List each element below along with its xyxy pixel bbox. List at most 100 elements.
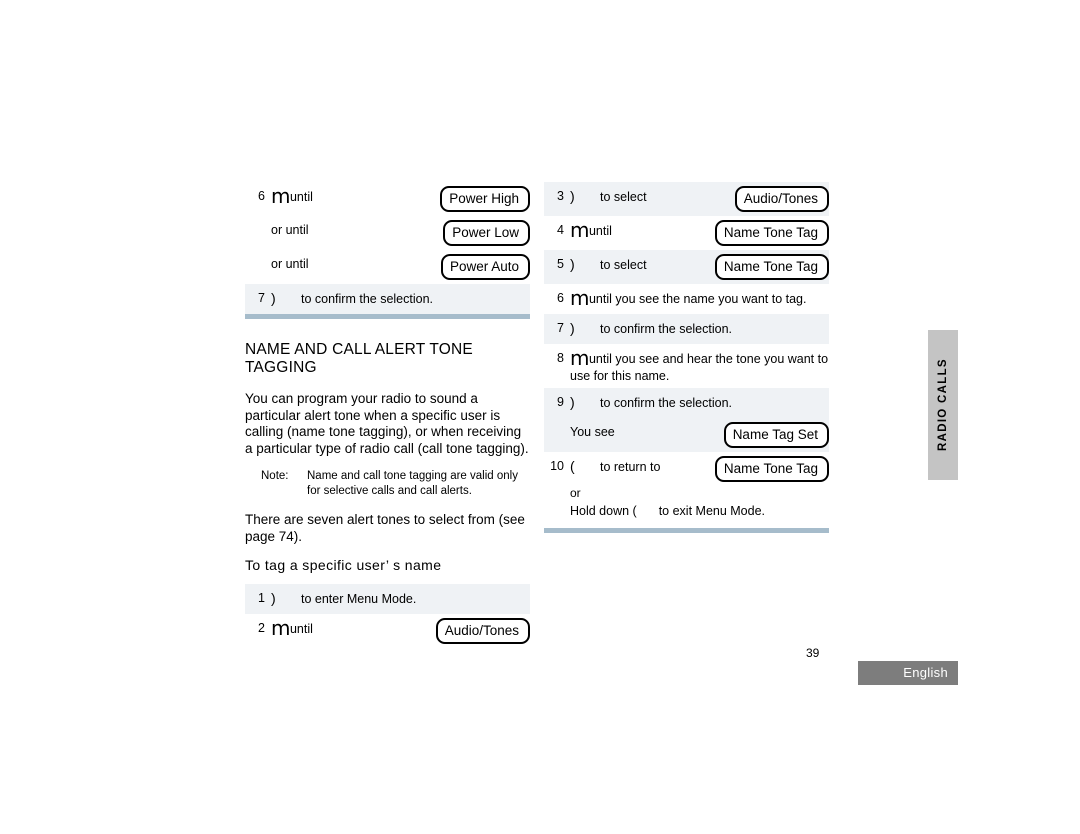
right-column: 3 ) to select Audio/Tones 4 muntil Name T…	[544, 182, 829, 533]
step-row: 7 ) to confirm the selection.	[245, 284, 530, 314]
step-label: until	[289, 622, 313, 636]
section-divider	[245, 314, 530, 319]
hold-down-text: Hold down ( to exit Menu Mode.	[570, 503, 829, 520]
select-key-icon: )	[271, 590, 276, 606]
or-row: or	[544, 486, 829, 503]
step-label: until	[289, 190, 313, 204]
step-row: 6 muntil Power High	[245, 182, 530, 216]
you-see-label: You see	[570, 425, 615, 439]
step-text: ) to enter Menu Mode.	[271, 588, 530, 607]
menu-key-icon: m	[570, 286, 589, 310]
step-number: 4	[557, 223, 564, 237]
step-number: 9	[557, 395, 564, 409]
chapter-side-tab: RADIO CALLS	[928, 330, 958, 480]
step-text: muntil you see the name you want to tag.	[570, 288, 829, 308]
lcd-display-wrap: Name Tone Tag	[714, 254, 829, 280]
step-text: ) to select	[570, 186, 735, 205]
select-key-icon: )	[271, 290, 276, 306]
step-row: 4 muntil Name Tone Tag	[544, 216, 829, 250]
lcd-display: Power Low	[443, 220, 530, 246]
step-label: to confirm the selection.	[600, 322, 733, 336]
manual-page: 6 muntil Power High or until Power Low o…	[0, 0, 1080, 834]
step-label: until you see and hear the tone you want…	[570, 352, 829, 383]
menu-key-icon: m	[271, 184, 290, 208]
step-text: ) to confirm the selection.	[570, 392, 829, 411]
lcd-display-wrap: Power Auto	[440, 254, 530, 280]
step-text: ) to select	[570, 254, 715, 273]
hold-down-suffix: to exit Menu Mode.	[658, 504, 766, 518]
left-steps-bottom: 1 ) to enter Menu Mode. 2 muntil Audio/To…	[245, 584, 530, 648]
you-see-row: You see Name Tag Set	[544, 418, 829, 452]
body-paragraph-2: There are seven alert tones to select fr…	[245, 512, 525, 544]
section-divider	[544, 528, 829, 533]
lcd-display: Audio/Tones	[734, 186, 829, 212]
step-label: or until	[271, 257, 309, 271]
right-steps: 3 ) to select Audio/Tones 4 muntil Name T…	[544, 182, 829, 533]
select-key-icon: )	[570, 394, 575, 410]
step-row-alt: or until Power Auto	[245, 250, 530, 284]
hold-down-row: Hold down ( to exit Menu Mode.	[544, 503, 829, 528]
language-tab-label: English	[903, 665, 948, 680]
subheading: To tag a specific user’ s name	[245, 557, 442, 573]
step-number: 7	[557, 321, 564, 335]
step-row: 7 ) to confirm the selection.	[544, 314, 829, 344]
step-number: 1	[258, 591, 265, 605]
step-text: muntil	[271, 618, 436, 638]
step-number: 8	[557, 351, 564, 365]
note-text: Name and call tone tagging are valid onl…	[307, 470, 518, 497]
step-number: 5	[557, 257, 564, 271]
step-number: 7	[258, 291, 265, 305]
step-label: to return to	[600, 460, 661, 474]
step-label: to select	[600, 258, 647, 272]
select-key-icon: )	[570, 256, 575, 272]
lcd-display-wrap: Audio/Tones	[435, 618, 530, 644]
select-key-icon: )	[570, 188, 575, 204]
lcd-display-wrap: Name Tag Set	[723, 422, 829, 448]
step-label: to enter Menu Mode.	[301, 592, 417, 606]
step-row: 10 ( to return to Name Tone Tag	[544, 452, 829, 486]
step-number: 10	[550, 459, 564, 473]
step-text: ) to confirm the selection.	[271, 288, 530, 307]
lcd-display-wrap: Power High	[440, 186, 530, 212]
step-label: to select	[600, 190, 647, 204]
lcd-display: Name Tag Set	[723, 422, 829, 448]
step-row: 9 ) to confirm the selection.	[544, 388, 829, 418]
step-row-alt: or until Power Low	[245, 216, 530, 250]
lcd-display-wrap: Audio/Tones	[734, 186, 829, 212]
menu-key-icon: m	[570, 218, 589, 242]
step-row: 3 ) to select Audio/Tones	[544, 182, 829, 216]
step-text: muntil	[271, 186, 440, 206]
step-row: 6 muntil you see the name you want to ta…	[544, 284, 829, 314]
step-row: 5 ) to select Name Tone Tag	[544, 250, 829, 284]
note-block: Note: Name and call tone tagging are val…	[261, 469, 530, 498]
language-tab: English	[858, 661, 958, 685]
page-title: NAME AND CALL ALERT TONE TAGGING	[245, 341, 473, 376]
step-row: 1 ) to enter Menu Mode.	[245, 584, 530, 614]
lcd-display: Name Tone Tag	[714, 456, 829, 482]
note-label: Note:	[261, 470, 289, 482]
select-key-icon: )	[570, 320, 575, 336]
step-text: ) to confirm the selection.	[570, 318, 829, 337]
step-label: until you see the name you want to tag.	[588, 292, 807, 306]
lcd-display: Power High	[440, 186, 530, 212]
step-text: or until	[271, 254, 441, 272]
step-text: muntil you see and hear the tone you wan…	[570, 348, 829, 384]
menu-key-icon: m	[570, 346, 589, 370]
step-label: until	[588, 224, 612, 238]
lcd-display-wrap: Name Tone Tag	[714, 220, 829, 246]
hold-down-prefix: Hold down (	[570, 504, 637, 518]
or-label: or	[570, 486, 581, 500]
left-steps-top: 6 muntil Power High or until Power Low o…	[245, 182, 530, 319]
step-number: 6	[258, 189, 265, 203]
body-paragraph: You can program your radio to sound a pa…	[245, 391, 529, 456]
left-column: 6 muntil Power High or until Power Low o…	[245, 182, 530, 648]
step-number: 2	[258, 621, 265, 635]
lcd-display-wrap: Power Low	[443, 220, 530, 246]
step-label: or until	[271, 223, 309, 237]
step-text: or until	[271, 220, 443, 238]
step-text: muntil	[570, 220, 715, 240]
page-number: 39	[806, 646, 820, 660]
back-key-icon: (	[570, 458, 575, 474]
lcd-display: Audio/Tones	[435, 618, 530, 644]
step-text: ( to return to	[570, 456, 715, 475]
